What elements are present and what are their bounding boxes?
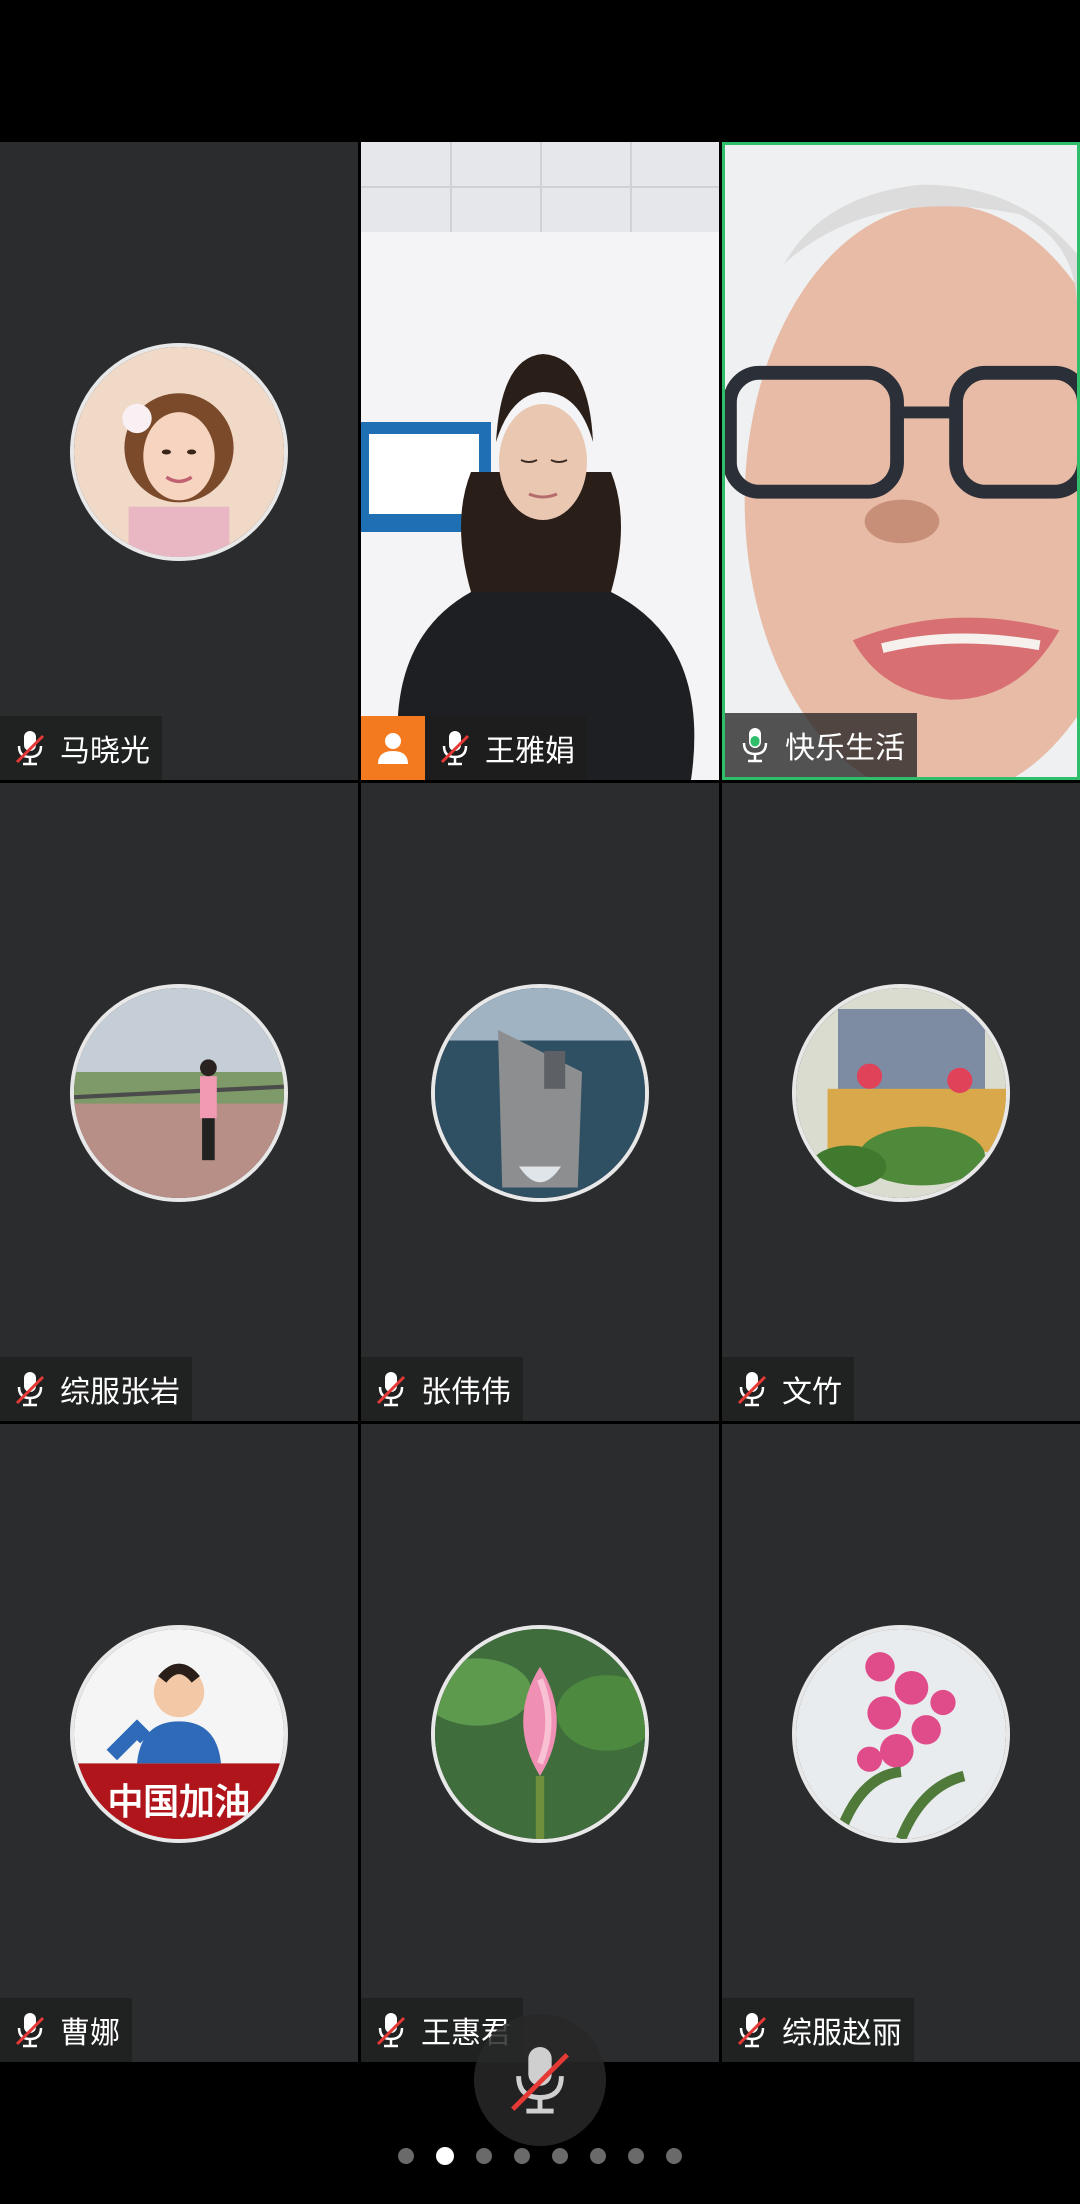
page-dot[interactable]	[590, 2148, 606, 2164]
name-bar: 张伟伟	[361, 1357, 523, 1421]
mic-muted-icon	[15, 731, 45, 766]
name-bar: 综服赵丽	[722, 1998, 914, 2062]
mic-muted-icon	[15, 1372, 45, 1407]
participant-grid: 马晓光 王雅娟 快乐生活 综服张岩 张伟伟 文竹 中国加油 曹娜 王惠君 综服赵…	[0, 142, 1080, 2062]
mic-muted-icon	[376, 2013, 406, 2048]
participant-tile-speaking[interactable]: 快乐生活	[722, 142, 1080, 780]
name-bar: 综服张岩	[0, 1357, 192, 1421]
flowers-room-avatar	[792, 984, 1010, 1202]
lotus-bud-avatar	[431, 1625, 649, 1843]
woman-portrait-avatar	[70, 343, 288, 561]
participant-tile[interactable]: 综服张岩	[0, 783, 358, 1421]
page-dot[interactable]	[514, 2148, 530, 2164]
mute-toggle-button[interactable]	[474, 2014, 606, 2146]
participant-tile[interactable]: 文竹	[722, 783, 1080, 1421]
participant-tile[interactable]: 王惠君	[361, 1424, 719, 2062]
page-dot[interactable]	[628, 2148, 644, 2164]
mic-muted-icon	[737, 1372, 767, 1407]
name-bar: 曹娜	[0, 1998, 132, 2062]
mic-muted-icon	[440, 731, 470, 766]
participant-name: 文竹	[782, 1375, 842, 1410]
name-bar: 快乐生活	[725, 713, 917, 777]
aircraft-carrier-avatar	[431, 984, 649, 1202]
name-bar: 王雅娟	[425, 716, 587, 780]
participant-tile[interactable]: 张伟伟	[361, 783, 719, 1421]
svg-text:中国加油: 中国加油	[108, 1782, 251, 1823]
participant-name: 快乐生活	[785, 731, 905, 766]
participant-name: 曹娜	[60, 2016, 120, 2051]
mic-active-icon	[742, 728, 768, 763]
pink-orchid-avatar	[792, 1625, 1010, 1843]
page-dot[interactable]	[552, 2148, 568, 2164]
mic-muted-icon	[511, 2046, 569, 2114]
participant-tile[interactable]: 综服赵丽	[722, 1424, 1080, 2062]
video-feed-man	[725, 145, 1077, 777]
participant-tile[interactable]: 中国加油 曹娜	[0, 1424, 358, 2062]
mic-muted-icon	[376, 1372, 406, 1407]
page-dot[interactable]	[666, 2148, 682, 2164]
boy-china-cheer-avatar: 中国加油	[70, 1625, 288, 1843]
participant-name: 王雅娟	[485, 734, 575, 769]
participant-name: 马晓光	[60, 734, 150, 769]
participant-tile[interactable]: 王雅娟	[361, 142, 719, 780]
person-icon	[361, 716, 425, 780]
video-feed-woman	[361, 142, 719, 780]
page-dot[interactable]	[398, 2148, 414, 2164]
participant-name: 综服赵丽	[782, 2016, 902, 2051]
name-bar: 马晓光	[0, 716, 162, 780]
participant-name: 综服张岩	[60, 1375, 180, 1410]
mic-muted-icon	[15, 2013, 45, 2048]
participant-tile[interactable]: 马晓光	[0, 142, 358, 780]
page-indicator[interactable]	[0, 2144, 1080, 2168]
mic-muted-icon	[737, 2013, 767, 2048]
page-dot-current[interactable]	[436, 2147, 454, 2165]
lakeside-photo-avatar	[70, 984, 288, 1202]
name-bar: 文竹	[722, 1357, 854, 1421]
participant-name: 张伟伟	[421, 1375, 511, 1410]
page-dot[interactable]	[476, 2148, 492, 2164]
